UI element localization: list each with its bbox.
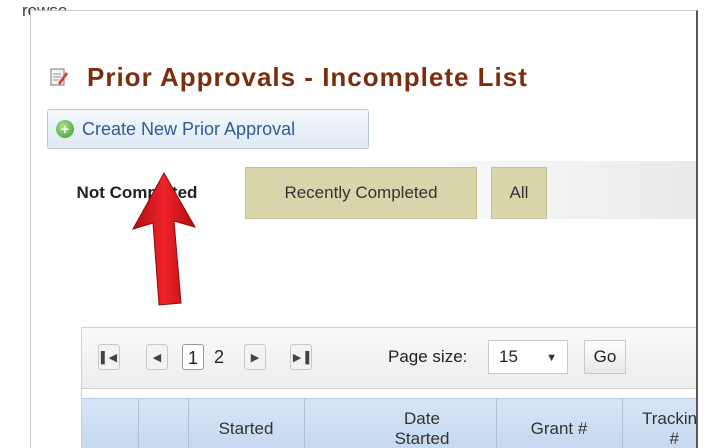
page-size-select[interactable]: 15 ▼ — [488, 340, 568, 374]
approvals-grid: ▌◀ ◀ 1 2 ▶ ▶▐ Page size: 15 ▼ Go Started… — [81, 327, 696, 448]
page-size-label: Page size: — [388, 347, 468, 366]
red-arrow-annotation — [131, 171, 197, 306]
page-size-value: 15 — [499, 347, 518, 366]
page-header: Prior Approvals - Incomplete List — [49, 61, 528, 93]
create-button-label: Create New Prior Approval — [82, 118, 296, 139]
column-header-date-started[interactable]: Date Started — [382, 399, 462, 448]
column-divider — [304, 399, 305, 448]
column-header-started[interactable]: Started — [188, 399, 304, 448]
go-button[interactable]: Go — [584, 340, 626, 374]
column-divider — [138, 399, 139, 448]
page-number-current[interactable]: 1 — [182, 344, 204, 370]
first-page-icon[interactable]: ▌◀ — [98, 344, 120, 370]
chevron-down-icon: ▼ — [546, 352, 557, 364]
next-page-icon[interactable]: ▶ — [244, 344, 266, 370]
document-edit-icon — [50, 68, 68, 86]
column-header-grant[interactable]: Grant # — [496, 399, 622, 448]
column-header-tracking[interactable]: Tracking # — [622, 399, 696, 448]
tab-recently-completed[interactable]: Recently Completed — [245, 167, 477, 219]
prior-approvals-panel: Prior Approvals - Incomplete List + Crea… — [30, 10, 698, 448]
grid-header-row: Started Date Started Grant # Tracking # — [82, 398, 696, 448]
grid-pager: ▌◀ ◀ 1 2 ▶ ▶▐ Page size: 15 ▼ Go — [82, 328, 696, 389]
last-page-icon[interactable]: ▶▐ — [290, 344, 312, 370]
page-number-2[interactable]: 2 — [214, 344, 224, 370]
tab-all[interactable]: All — [491, 167, 547, 219]
create-new-prior-approval-button[interactable]: + Create New Prior Approval — [47, 109, 369, 149]
add-circle-icon: + — [56, 120, 74, 138]
previous-page-icon[interactable]: ◀ — [146, 344, 168, 370]
page-title: Prior Approvals - Incomplete List — [87, 61, 528, 92]
